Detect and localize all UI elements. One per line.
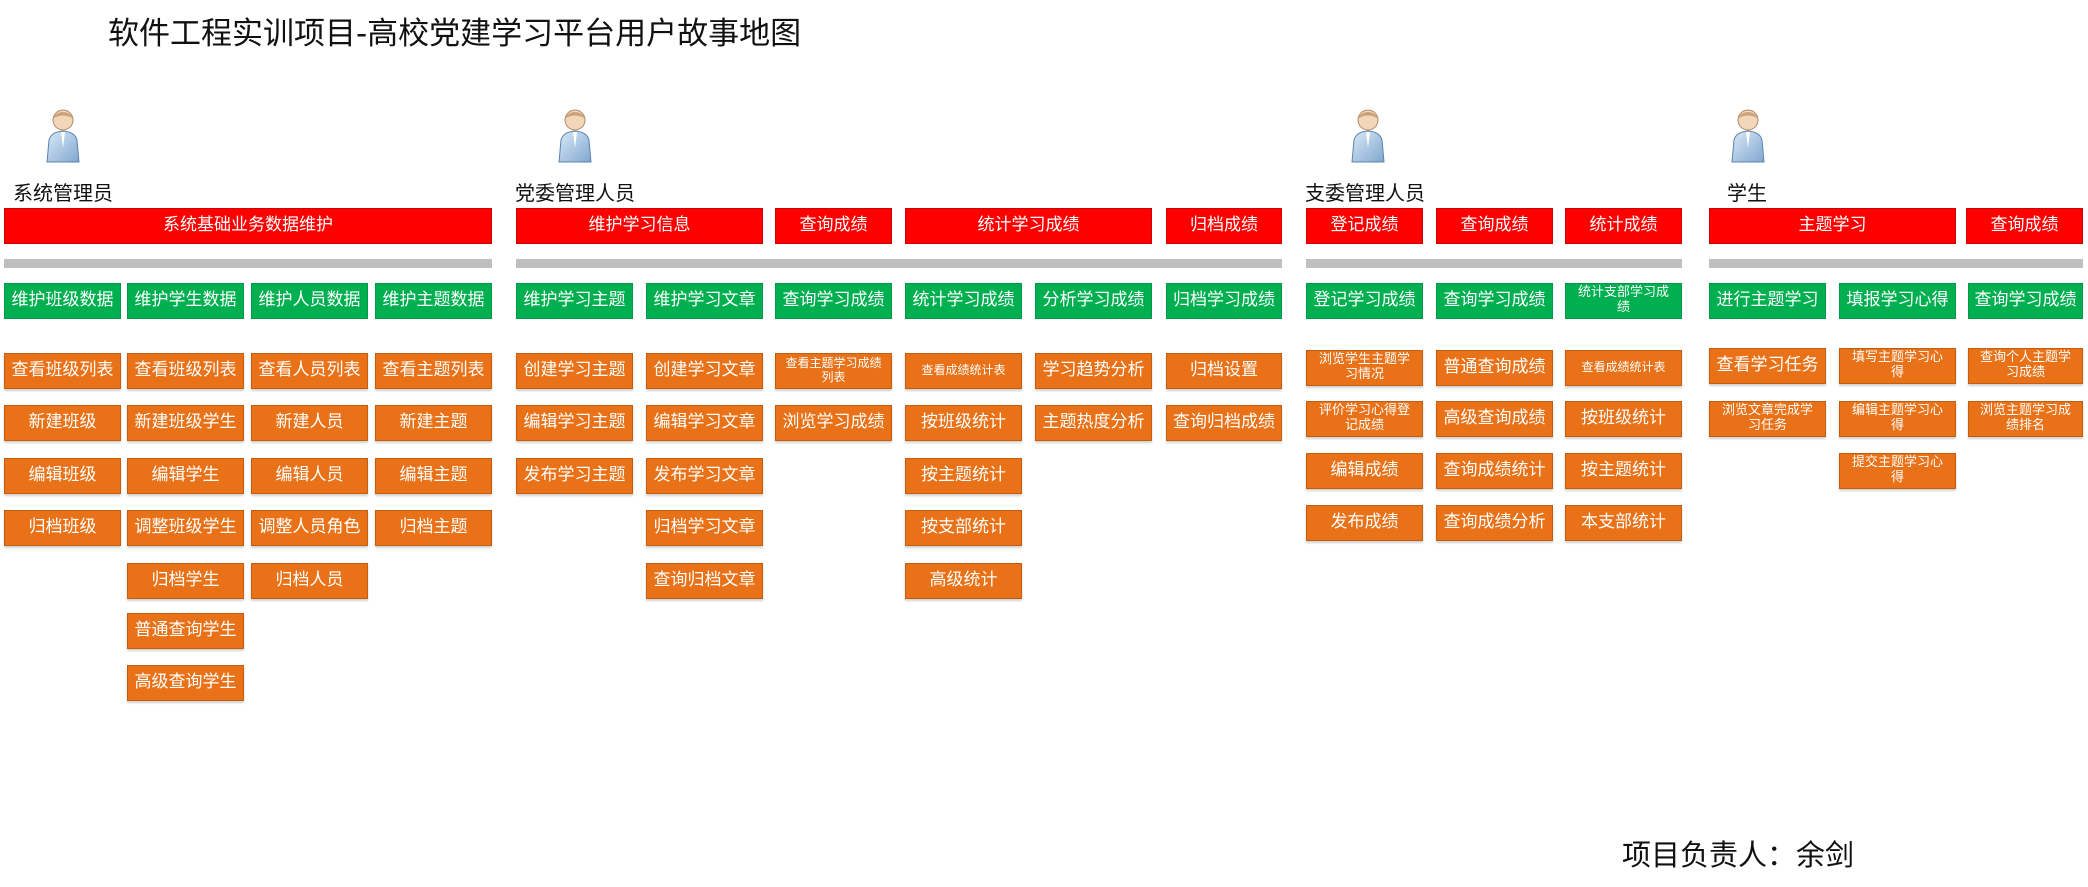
- story-card[interactable]: 编辑成绩: [1306, 453, 1423, 489]
- task-card[interactable]: 查询学习成绩: [1968, 283, 2083, 319]
- story-card[interactable]: 归档学习文章: [646, 510, 763, 546]
- task-card[interactable]: 统计学习成绩: [905, 283, 1022, 319]
- story-card[interactable]: 按班级统计: [1565, 401, 1682, 437]
- project-owner: 项目负责人：余剑: [1622, 838, 1855, 872]
- role-label: 党委管理人员: [515, 181, 635, 205]
- task-card[interactable]: 归档学习成绩: [1166, 283, 1282, 319]
- story-card[interactable]: 归档人员: [251, 563, 368, 599]
- story-card[interactable]: 主题热度分析: [1035, 405, 1152, 441]
- task-card[interactable]: 统计支部学习成绩: [1565, 283, 1682, 319]
- story-card[interactable]: 按支部统计: [905, 510, 1022, 546]
- activity-card[interactable]: 统计学习成绩: [905, 208, 1152, 244]
- story-card[interactable]: 新建班级学生: [127, 405, 244, 441]
- story-card[interactable]: 高级查询学生: [127, 665, 244, 701]
- story-card[interactable]: 调整班级学生: [127, 510, 244, 546]
- story-card[interactable]: 发布学习主题: [516, 458, 633, 494]
- backbone-bar: [1306, 259, 1682, 268]
- task-card[interactable]: 维护学习文章: [646, 283, 763, 319]
- person-icon: [1731, 109, 1765, 163]
- activity-card[interactable]: 归档成绩: [1166, 208, 1282, 244]
- role-label: 学生: [1727, 181, 1767, 205]
- story-card[interactable]: 提交主题学习心得: [1839, 453, 1956, 489]
- story-card[interactable]: 浏览文章完成学习任务: [1709, 401, 1826, 437]
- activity-card[interactable]: 查询成绩: [1966, 208, 2083, 244]
- task-card[interactable]: 维护学生数据: [127, 283, 244, 319]
- activity-card[interactable]: 查询成绩: [775, 208, 892, 244]
- story-card[interactable]: 普通查询学生: [127, 613, 244, 649]
- story-card[interactable]: 按主题统计: [1565, 453, 1682, 489]
- role-label: 系统管理员: [13, 181, 113, 205]
- story-card[interactable]: 发布成绩: [1306, 505, 1423, 541]
- story-card[interactable]: 评价学习心得登记成绩: [1306, 401, 1423, 437]
- story-card[interactable]: 创建学习文章: [646, 353, 763, 389]
- story-card[interactable]: 本支部统计: [1565, 505, 1682, 541]
- task-card[interactable]: 填报学习心得: [1839, 283, 1956, 319]
- story-card[interactable]: 新建班级: [4, 405, 121, 441]
- story-card[interactable]: 普通查询成绩: [1436, 350, 1553, 386]
- task-card[interactable]: 查询学习成绩: [775, 283, 892, 319]
- story-card[interactable]: 新建主题: [375, 405, 492, 441]
- backbone-bar: [4, 259, 492, 268]
- task-card[interactable]: 维护学习主题: [516, 283, 633, 319]
- story-card[interactable]: 归档学生: [127, 563, 244, 599]
- story-card[interactable]: 编辑学生: [127, 458, 244, 494]
- person-icon: [558, 109, 592, 163]
- story-card[interactable]: 编辑人员: [251, 458, 368, 494]
- story-card[interactable]: 填写主题学习心得: [1839, 348, 1956, 384]
- story-card[interactable]: 查看主题学习成绩列表: [775, 353, 892, 389]
- story-card[interactable]: 查看人员列表: [251, 353, 368, 389]
- story-card[interactable]: 浏览主题学习成绩排名: [1968, 401, 2083, 437]
- story-card[interactable]: 查看班级列表: [4, 353, 121, 389]
- activity-card[interactable]: 主题学习: [1709, 208, 1956, 244]
- story-card[interactable]: 浏览学习成绩: [775, 405, 892, 441]
- story-card[interactable]: 归档设置: [1166, 353, 1282, 389]
- story-card[interactable]: 编辑主题学习心得: [1839, 401, 1956, 437]
- task-card[interactable]: 分析学习成绩: [1035, 283, 1152, 319]
- task-card[interactable]: 登记学习成绩: [1306, 283, 1423, 319]
- backbone-bar: [1709, 259, 2083, 268]
- story-card[interactable]: 编辑主题: [375, 458, 492, 494]
- story-card[interactable]: 高级统计: [905, 563, 1022, 599]
- activity-card[interactable]: 统计成绩: [1565, 208, 1682, 244]
- person-icon: [46, 109, 80, 163]
- story-card[interactable]: 查看主题列表: [375, 353, 492, 389]
- story-card[interactable]: 新建人员: [251, 405, 368, 441]
- role-label: 支委管理人员: [1305, 181, 1425, 205]
- story-card[interactable]: 查询成绩分析: [1436, 505, 1553, 541]
- activity-card[interactable]: 查询成绩: [1436, 208, 1553, 244]
- page-title: 软件工程实训项目-高校党建学习平台用户故事地图: [108, 16, 802, 52]
- story-card[interactable]: 查询归档文章: [646, 563, 763, 599]
- story-card[interactable]: 浏览学生主题学习情况: [1306, 350, 1423, 386]
- story-card[interactable]: 按班级统计: [905, 405, 1022, 441]
- story-card[interactable]: 查询成绩统计: [1436, 453, 1553, 489]
- story-card[interactable]: 编辑班级: [4, 458, 121, 494]
- story-card[interactable]: 编辑学习主题: [516, 405, 633, 441]
- activity-card[interactable]: 登记成绩: [1306, 208, 1423, 244]
- story-card[interactable]: 归档主题: [375, 510, 492, 546]
- task-card[interactable]: 维护主题数据: [375, 283, 492, 319]
- story-card[interactable]: 查询个人主题学习成绩: [1968, 348, 2083, 384]
- story-card[interactable]: 编辑学习文章: [646, 405, 763, 441]
- person-icon: [1351, 109, 1385, 163]
- task-card[interactable]: 维护人员数据: [251, 283, 368, 319]
- story-card[interactable]: 按主题统计: [905, 458, 1022, 494]
- backbone-bar: [516, 259, 1282, 268]
- activity-card[interactable]: 系统基础业务数据维护: [4, 208, 492, 244]
- story-card[interactable]: 学习趋势分析: [1035, 353, 1152, 389]
- task-card[interactable]: 查询学习成绩: [1436, 283, 1553, 319]
- story-card[interactable]: 调整人员角色: [251, 510, 368, 546]
- task-card[interactable]: 进行主题学习: [1709, 283, 1826, 319]
- task-card[interactable]: 维护班级数据: [4, 283, 121, 319]
- story-card[interactable]: 创建学习主题: [516, 353, 633, 389]
- activity-card[interactable]: 维护学习信息: [516, 208, 763, 244]
- story-card[interactable]: 归档班级: [4, 510, 121, 546]
- story-card[interactable]: 查看成绩统计表: [905, 353, 1022, 389]
- story-card[interactable]: 查看成绩统计表: [1565, 350, 1682, 386]
- story-card[interactable]: 查看学习任务: [1709, 348, 1826, 384]
- story-card[interactable]: 高级查询成绩: [1436, 401, 1553, 437]
- story-card[interactable]: 查询归档成绩: [1166, 405, 1282, 441]
- story-card[interactable]: 查看班级列表: [127, 353, 244, 389]
- story-card[interactable]: 发布学习文章: [646, 458, 763, 494]
